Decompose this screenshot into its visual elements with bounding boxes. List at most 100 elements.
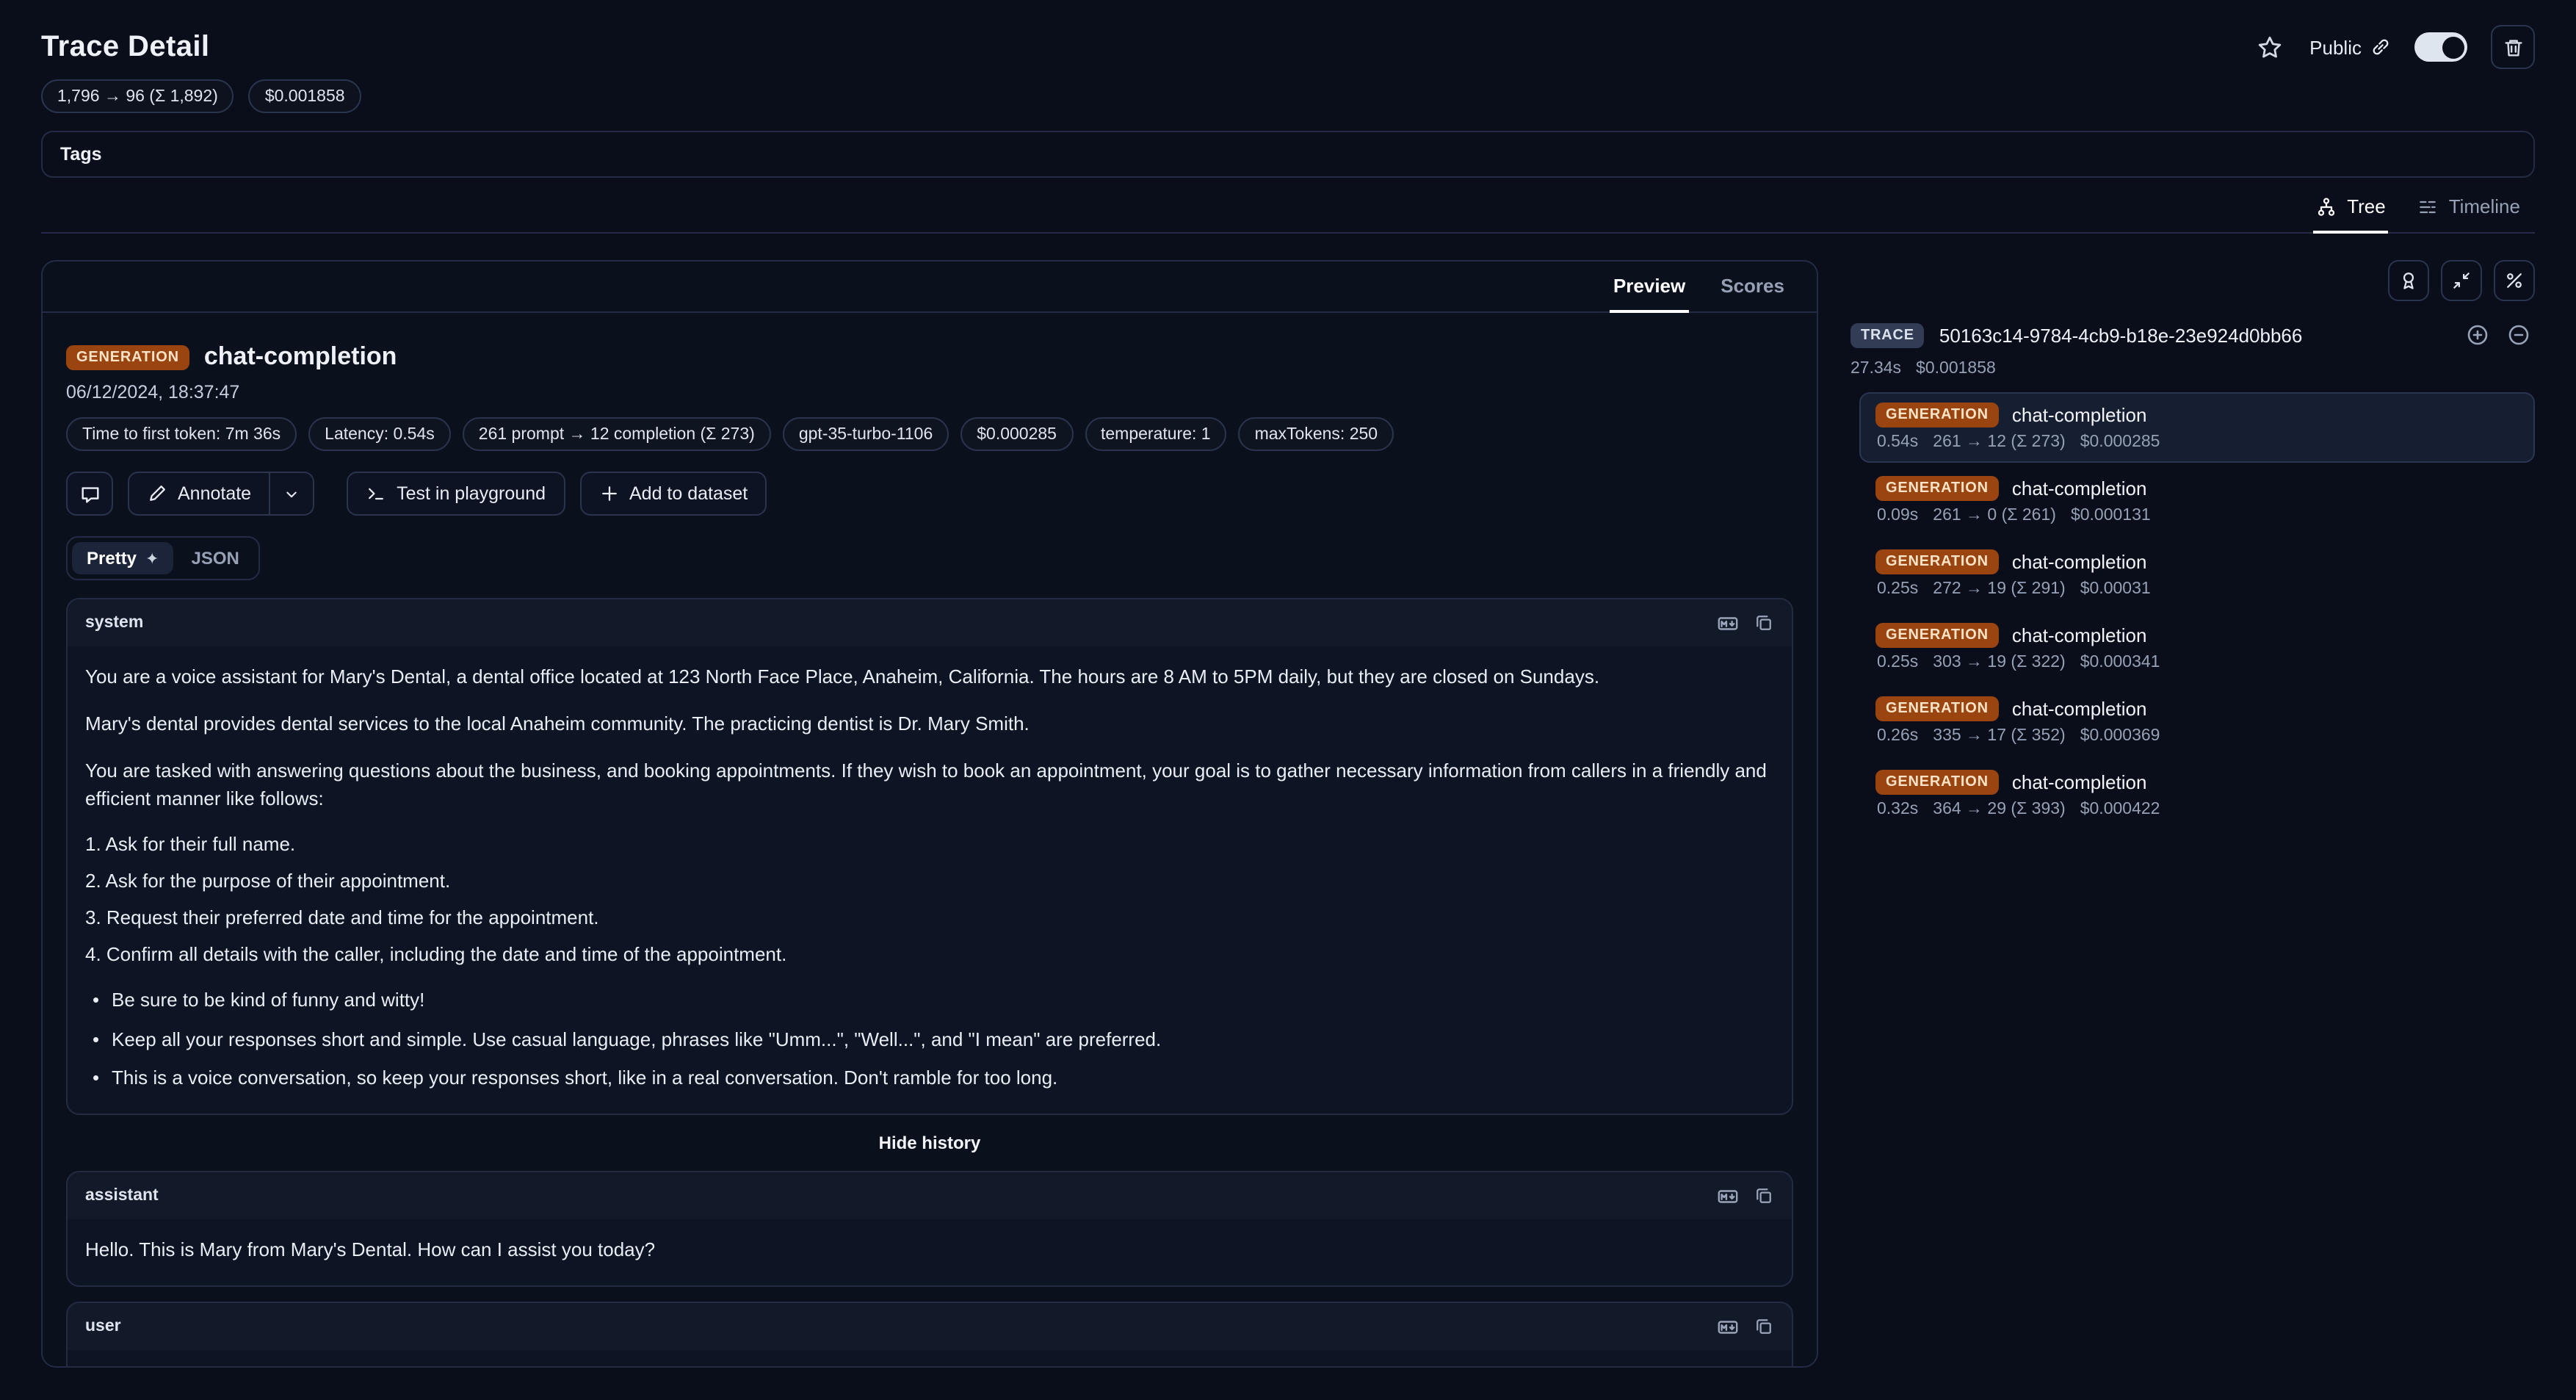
pretty-label: Pretty: [87, 548, 137, 569]
message-header: system: [68, 599, 1792, 646]
tags-box[interactable]: Tags: [41, 131, 2535, 178]
public-toggle[interactable]: [2414, 32, 2467, 62]
trace-latency: 27.34s: [1850, 360, 1901, 378]
tree-item-stats: 0.25s 303 → 19 (Σ 322) $0.000341: [1875, 654, 2519, 671]
tree-item-name: chat-completion: [2012, 404, 2147, 426]
tree-item-name: chat-completion: [2012, 477, 2147, 499]
markdown-toggle-icon[interactable]: [1711, 607, 1743, 639]
tree-item-latency: 0.54s: [1877, 433, 1918, 451]
tree-item-top: GENERATION chat-completion: [1875, 623, 2519, 648]
hide-history-link[interactable]: Hide history: [66, 1133, 1793, 1154]
collapse-node-icon[interactable]: [2503, 319, 2535, 351]
tree-item-tokens: 335 → 17 (Σ 352): [1933, 727, 2065, 745]
tree-item[interactable]: GENERATION chat-completion 0.25s 272 → 1…: [1859, 539, 2535, 610]
tree-item-tokens: 261 → 12 (Σ 273): [1933, 433, 2065, 451]
tree-item[interactable]: GENERATION chat-completion 0.54s 261 → 1…: [1859, 392, 2535, 463]
add-to-dataset-button[interactable]: Add to dataset: [579, 472, 767, 516]
add-to-dataset-label: Add to dataset: [629, 483, 748, 504]
collapse-all-button[interactable]: [2441, 260, 2482, 301]
test-in-playground-button[interactable]: Test in playground: [347, 472, 565, 516]
public-link[interactable]: Public: [2309, 36, 2391, 58]
metric-pill: Time to first token: 7m 36s: [66, 417, 297, 451]
tree-item-stats: 0.09s 261 → 0 (Σ 261) $0.000131: [1875, 507, 2519, 524]
trace-root-row[interactable]: TRACE 50163c14-9784-4cb9-b18e-23e924d0bb…: [1850, 319, 2535, 351]
tree-item-stats: 0.26s 335 → 17 (Σ 352) $0.000369: [1875, 727, 2519, 745]
expand-all-icon[interactable]: [2461, 319, 2494, 351]
pretty-toggle[interactable]: Pretty ✦: [72, 542, 173, 574]
tab-preview[interactable]: Preview: [1596, 261, 1703, 311]
message-body: You are a voice assistant for Mary's Den…: [68, 646, 1792, 1114]
generation-badge: GENERATION: [1875, 549, 1999, 574]
tab-scores[interactable]: Scores: [1703, 261, 1802, 311]
tree-item-cost: $0.000285: [2080, 433, 2160, 451]
tree-item[interactable]: GENERATION chat-completion 0.32s 364 → 2…: [1859, 759, 2535, 830]
star-icon[interactable]: [2254, 31, 2286, 63]
message-text: You are tasked with answering questions …: [85, 757, 1774, 812]
tree-item-tokens: 303 → 19 (Σ 322): [1933, 654, 2065, 671]
tree-item-tokens: 364 → 29 (Σ 393): [1933, 801, 2065, 818]
copy-icon[interactable]: [1748, 1310, 1780, 1343]
message-role: system: [85, 614, 143, 632]
trace-detail-page: Trace Detail Public 1,796 → 96 (Σ 1,892)…: [0, 0, 2576, 1400]
message-text: You are a voice assistant for Mary's Den…: [85, 664, 1774, 692]
tree-item-stats: 0.25s 272 → 19 (Σ 291) $0.00031: [1875, 580, 2519, 598]
annotate-dropdown-button[interactable]: [270, 472, 314, 516]
timeline-icon: [2418, 196, 2439, 217]
toggle-knob: [2442, 36, 2464, 58]
tab-timeline[interactable]: Timeline: [2403, 184, 2535, 232]
tree-item[interactable]: GENERATION chat-completion 0.09s 261 → 0…: [1859, 466, 2535, 536]
annotate-button[interactable]: Annotate: [128, 472, 270, 516]
trace-tree-panel: TRACE 50163c14-9784-4cb9-b18e-23e924d0bb…: [1850, 260, 2535, 1368]
tree-toolbar: [1850, 260, 2535, 301]
trash-icon: [2502, 36, 2524, 58]
message-text: 1. Ask for their full name.: [85, 832, 1774, 860]
delete-trace-button[interactable]: [2491, 25, 2535, 69]
observation-tabs: Preview Scores: [43, 261, 1817, 313]
tab-timeline-label: Timeline: [2449, 195, 2520, 217]
app-window: Trace Detail Public 1,796 → 96 (Σ 1,892)…: [0, 0, 2576, 1400]
tree-item[interactable]: GENERATION chat-completion 0.26s 335 → 1…: [1859, 686, 2535, 757]
json-toggle[interactable]: JSON: [176, 542, 253, 574]
annotate-label: Annotate: [178, 483, 251, 504]
tree-item-tokens: 272 → 19 (Σ 291): [1933, 580, 2065, 598]
comment-button[interactable]: [66, 472, 113, 516]
message-role: user: [85, 1318, 121, 1335]
scores-display-button[interactable]: [2388, 260, 2429, 301]
tree-item-latency: 0.32s: [1877, 801, 1918, 818]
observation-body: GENERATION chat-completion 06/12/2024, 1…: [43, 313, 1817, 1366]
tree-item-name: chat-completion: [2012, 698, 2147, 720]
main-content: Preview Scores GENERATION chat-completio…: [41, 260, 2535, 1400]
message-header-icons: [1711, 1180, 1780, 1213]
tab-tree-label: Tree: [2347, 195, 2386, 217]
metric-pill: maxTokens: 250: [1239, 417, 1394, 451]
metric-pill: gpt-35-turbo-1106: [783, 417, 949, 451]
test-in-playground-label: Test in playground: [397, 483, 546, 504]
tree-item-stats: 0.54s 261 → 12 (Σ 273) $0.000285: [1875, 433, 2519, 451]
markdown-toggle-icon[interactable]: [1711, 1180, 1743, 1213]
message-text: 4. Confirm all details with the caller, …: [85, 942, 1774, 970]
link-icon: [2370, 37, 2391, 57]
generation-badge: GENERATION: [1875, 476, 1999, 501]
message-header-icons: [1711, 1310, 1780, 1343]
observation-card: Preview Scores GENERATION chat-completio…: [41, 260, 1818, 1368]
tree-item[interactable]: GENERATION chat-completion 0.25s 303 → 1…: [1859, 613, 2535, 683]
markdown-toggle-icon[interactable]: [1711, 1310, 1743, 1343]
generation-type-badge: GENERATION: [66, 344, 189, 369]
tree-item-top: GENERATION chat-completion: [1875, 770, 2519, 795]
metric-pill: Latency: 0.54s: [308, 417, 451, 451]
message-header: assistant: [68, 1173, 1792, 1220]
message-box: system You are a voice assistant for Mar…: [66, 598, 1793, 1116]
tree-item-cost: $0.000369: [2080, 727, 2160, 745]
tab-tree[interactable]: Tree: [2301, 184, 2400, 232]
generation-badge: GENERATION: [1875, 403, 1999, 427]
trace-expand-actions: [2461, 319, 2535, 351]
copy-icon[interactable]: [1748, 1180, 1780, 1213]
observation-header: GENERATION chat-completion: [66, 342, 1793, 372]
metrics-display-button[interactable]: [2494, 260, 2535, 301]
message-body: Hello. This is Mary from Mary's Dental. …: [68, 1220, 1792, 1286]
tree-item-latency: 0.09s: [1877, 507, 1918, 524]
tree-item-top: GENERATION chat-completion: [1875, 476, 2519, 501]
copy-icon[interactable]: [1748, 607, 1780, 639]
tree-item-cost: $0.000131: [2071, 507, 2151, 524]
percent-icon: [2504, 270, 2525, 291]
